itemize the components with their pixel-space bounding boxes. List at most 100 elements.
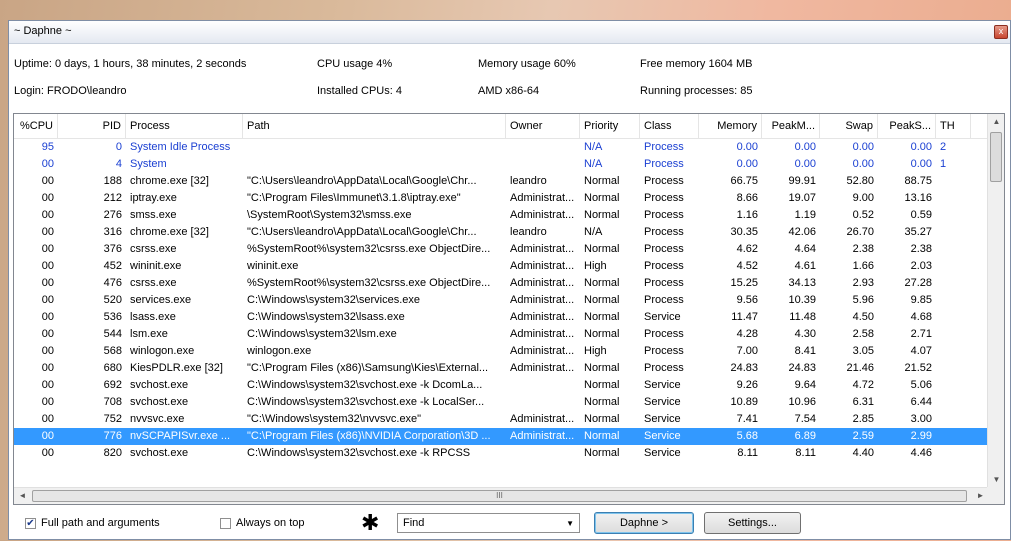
cell-path: winlogon.exe <box>247 345 312 357</box>
cell-pid: 520 <box>103 294 122 306</box>
cell-th: 2 <box>940 141 947 153</box>
daphne-button[interactable]: Daphne > <box>594 512 694 534</box>
cell-th <box>936 326 971 343</box>
cell-class: Process <box>644 192 684 204</box>
table-row[interactable]: 00 692 svchost.exe C:\Windows\system32\svch… <box>14 377 989 394</box>
cell-memory: 10.89 <box>730 396 758 408</box>
cell-peaks: 9.85 <box>910 294 932 306</box>
cell-peakm: 99.91 <box>788 175 816 187</box>
cell-path: C:\Windows\system32\lsm.exe <box>247 328 397 340</box>
cell-peaks: 0.59 <box>910 209 932 221</box>
table-row[interactable]: 00 212 iptray.exe "C:\Program Files\Immunet… <box>14 190 989 207</box>
cell-class: Service <box>644 413 681 425</box>
cell-peakm: 9.64 <box>794 379 816 391</box>
cell-pid: 188 <box>103 175 122 187</box>
free-memory-text: Free memory 1604 MB <box>640 58 753 70</box>
settings-button[interactable]: Settings... <box>704 512 801 534</box>
always-on-top-checkbox[interactable]: Always on top <box>220 517 304 529</box>
cell-cpu: 00 <box>41 362 54 374</box>
cell-class: Process <box>644 243 684 255</box>
cell-memory: 1.16 <box>736 209 758 221</box>
table-row[interactable]: 00 752 nvvsvc.exe "C:\Windows\system32\nvvs… <box>14 411 989 428</box>
table-row[interactable]: 00 4 System N/A Process 0.00 0.00 0.00 0.00 1 <box>14 156 989 173</box>
column-header-th[interactable]: TH <box>936 114 971 138</box>
title-bar[interactable]: ~ Daphne ~ x <box>9 21 1010 44</box>
cell-path: %SystemRoot%\system32\csrss.exe ObjectDi… <box>247 243 491 255</box>
cell-swap: 9.00 <box>852 192 874 204</box>
cell-priority: N/A <box>584 141 603 153</box>
cell-process: lsm.exe <box>130 328 168 340</box>
cell-peaks: 3.00 <box>910 413 932 425</box>
column-header-peaks[interactable]: PeakS... <box>878 114 936 138</box>
table-row[interactable]: 00 776 nvSCPAPISvr.exe ... "C:\Program File… <box>14 428 989 445</box>
cell-swap: 5.96 <box>852 294 874 306</box>
table-row[interactable]: 00 568 winlogon.exe winlogon.exe Administrat… <box>14 343 989 360</box>
table-row[interactable]: 95 0 System Idle Process N/A Process 0.00 0.00… <box>14 139 989 156</box>
column-header-class[interactable]: Class <box>640 114 699 138</box>
close-icon[interactable]: x <box>994 25 1008 39</box>
table-row[interactable]: 00 708 svchost.exe C:\Windows\system32\svch… <box>14 394 989 411</box>
scroll-left-icon[interactable]: ◄ <box>14 491 31 500</box>
vertical-scroll-thumb[interactable] <box>990 132 1002 182</box>
finder-crosshair-icon[interactable]: ✱ <box>361 512 379 534</box>
table-header: %CPU PID Process Path Owner Priority Class Memo… <box>14 114 989 139</box>
column-header-pid[interactable]: PID <box>58 114 126 138</box>
cell-cpu: 00 <box>41 243 54 255</box>
table-row[interactable]: 00 316 chrome.exe [32] "C:\Users\leandro\Ap… <box>14 224 989 241</box>
table-row[interactable]: 00 536 lsass.exe C:\Windows\system32\lsass.… <box>14 309 989 326</box>
cell-process: csrss.exe <box>130 243 177 255</box>
cell-cpu: 00 <box>41 328 54 340</box>
cell-class: Process <box>644 141 684 153</box>
checkbox-check-icon[interactable]: ✔ <box>25 517 36 529</box>
full-path-checkbox[interactable]: ✔ Full path and arguments <box>25 517 160 529</box>
checkbox-box-icon[interactable] <box>220 517 231 529</box>
column-header-owner[interactable]: Owner <box>506 114 580 138</box>
cell-priority: N/A <box>584 226 603 238</box>
find-combobox[interactable]: Find ▼ <box>397 513 580 533</box>
table-row[interactable]: 00 476 csrss.exe %SystemRoot%\system32\csrs… <box>14 275 989 292</box>
scroll-up-icon[interactable]: ▲ <box>988 117 1004 126</box>
table-row[interactable]: 00 820 svchost.exe C:\Windows\system32\svch… <box>14 445 989 462</box>
cell-owner <box>506 139 580 156</box>
cell-memory: 24.83 <box>730 362 758 374</box>
column-header-swap[interactable]: Swap <box>820 114 878 138</box>
scroll-down-icon[interactable]: ▼ <box>988 475 1004 484</box>
cell-swap: 4.72 <box>852 379 874 391</box>
column-header-process[interactable]: Process <box>126 114 243 138</box>
cell-class: Process <box>644 226 684 238</box>
vertical-scrollbar[interactable]: ▲ ▼ <box>987 114 1004 487</box>
cell-th: 1 <box>940 158 947 170</box>
process-table[interactable]: %CPU PID Process Path Owner Priority Class Memo… <box>13 113 1005 505</box>
cell-peakm: 4.64 <box>794 243 816 255</box>
column-header-peakm[interactable]: PeakM... <box>762 114 820 138</box>
horizontal-scroll-thumb[interactable]: III <box>32 490 967 502</box>
cell-priority: Normal <box>584 430 620 442</box>
cell-process: svchost.exe <box>130 447 189 459</box>
column-header-memory[interactable]: Memory <box>699 114 762 138</box>
table-row[interactable]: 00 376 csrss.exe %SystemRoot%\system32\csrs… <box>14 241 989 258</box>
table-row[interactable]: 00 276 smss.exe \SystemRoot\System32\smss.e… <box>14 207 989 224</box>
cell-pid: 212 <box>103 192 122 204</box>
column-header-cpu[interactable]: %CPU <box>14 114 58 138</box>
cell-peakm: 6.89 <box>794 430 816 442</box>
cell-process: iptray.exe <box>130 192 177 204</box>
column-header-path[interactable]: Path <box>243 114 506 138</box>
table-row[interactable]: 00 188 chrome.exe [32] "C:\Users\leandro\Ap… <box>14 173 989 190</box>
cell-memory: 30.35 <box>730 226 758 238</box>
table-row[interactable]: 00 680 KiesPDLR.exe [32] "C:\Program Files … <box>14 360 989 377</box>
table-row[interactable]: 00 544 lsm.exe C:\Windows\system32\lsm.exe A… <box>14 326 989 343</box>
table-row[interactable]: 00 452 wininit.exe wininit.exe Administrat..… <box>14 258 989 275</box>
cell-th <box>936 258 971 275</box>
table-row[interactable]: 00 520 services.exe C:\Windows\system32\ser… <box>14 292 989 309</box>
column-header-priority[interactable]: Priority <box>580 114 640 138</box>
chevron-down-icon[interactable]: ▼ <box>566 519 574 528</box>
horizontal-scrollbar[interactable]: ◄ III ► <box>14 487 989 504</box>
cell-priority: High <box>584 260 607 272</box>
cell-class: Service <box>644 379 681 391</box>
cell-path: \SystemRoot\System32\smss.exe <box>247 209 412 221</box>
cell-class: Process <box>644 158 684 170</box>
cell-peakm: 10.96 <box>788 396 816 408</box>
cell-peakm: 19.07 <box>788 192 816 204</box>
cell-class: Service <box>644 447 681 459</box>
cell-priority: Normal <box>584 328 620 340</box>
